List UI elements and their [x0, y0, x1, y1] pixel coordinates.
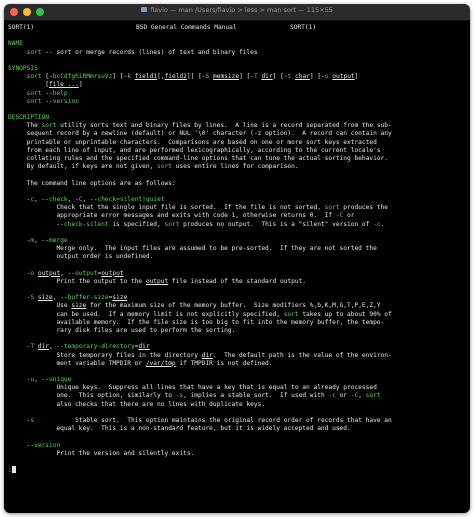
option-m-line: Merge only. The input files are assumed … — [56, 245, 377, 253]
option-m-line: output order is undefined. — [56, 253, 154, 261]
terminal-window: flavio — man /Users/flavio > less > man … — [4, 4, 470, 513]
option-T-head: -T dir, --temporary-directory=dir — [26, 343, 150, 351]
man-header: SORT(1) BSD General Commands Manual SORT(1… — [8, 24, 466, 32]
option-u-head: -u, --unique — [26, 376, 72, 384]
option-c-line: Check that the single input file is sort… — [56, 204, 388, 212]
option-S-line: available memory. If the file size is to… — [56, 318, 385, 326]
option-u-line: also checks that there are no lines with… — [56, 400, 266, 408]
description-line: sequent record by a newline (default) or… — [26, 130, 392, 138]
synopsis-line: sort [-bcCdfghiRMmrsuVz] [-k field1[,fie… — [26, 73, 359, 81]
option-c-line: appropriate error messages and exits wit… — [56, 212, 355, 220]
terminal-content[interactable]: SORT(1) BSD General Commands Manual SORT(1… — [8, 24, 466, 511]
title-bar: flavio — man /Users/flavio > less > man … — [4, 4, 470, 21]
section-name-heading: NAME — [8, 40, 23, 48]
description-line: The sort utility sorts text and binary f… — [26, 122, 392, 130]
option-S-line: Use size for the maximum size of the mem… — [56, 302, 381, 310]
header-center: BSD General Commands Manual — [136, 24, 237, 31]
synopsis-line: sort --help — [26, 89, 68, 97]
header-left: SORT(1) — [8, 24, 35, 31]
option-o-line: Print the output to the output file inst… — [56, 277, 307, 285]
section-synopsis-heading: SYNOPSIS — [8, 64, 38, 72]
synopsis-line: sort --version — [26, 97, 79, 105]
option-c-line: --check-silent is specified, sort produc… — [56, 220, 385, 228]
description-line: from each line of input, and are perform… — [26, 146, 381, 154]
folder-icon — [141, 7, 148, 12]
description-line: printable or unprintable characters. Com… — [26, 138, 377, 146]
option-o-head: -o output, --output=output — [26, 269, 124, 277]
option-S-head: -S size, --buffer-size=size — [26, 294, 128, 302]
less-prompt[interactable]: : — [8, 466, 466, 474]
option-c-head: -c, --check, -C, --check=silent|quiet — [26, 195, 165, 203]
option-S-line: rary disk files are used to perform the … — [56, 326, 236, 334]
description-line: By default, if keys are not given, sort … — [26, 163, 299, 171]
option-version-head: --version — [26, 441, 61, 449]
window-title-text: flavio — man /Users/flavio > less > man … — [150, 6, 333, 14]
option-S-line: can be used. If a memory limit is not ex… — [56, 310, 392, 318]
option-u-line: Unique keys. Suppress all lines that hav… — [56, 384, 377, 392]
text-cursor — [11, 466, 16, 474]
option-s-head: -s Stable sort. This option maintains th… — [26, 417, 392, 424]
description-line: The command line options are as follows: — [26, 179, 176, 187]
option-T-line: Store temporary files in the directory d… — [56, 351, 392, 359]
synopsis-line: [file ...] — [45, 81, 83, 89]
option-T-line: ment variable TMPDIR or /var/tmp if TMPD… — [56, 359, 273, 367]
description-line: collating rules and the specified comman… — [26, 155, 388, 162]
section-description-heading: DESCRIPTION — [8, 114, 49, 122]
option-version-line: Print the version and silently exits. — [56, 449, 195, 457]
window-title: flavio — man /Users/flavio > less > man … — [4, 6, 470, 14]
option-u-line: one. This option, similarly to -s, impli… — [56, 392, 381, 400]
name-line: sort -- sort or merge records (lines) of… — [26, 48, 258, 56]
option-s-line: equal key. This is a non-standard featur… — [56, 425, 351, 433]
option-m-head: -m, --merge — [26, 236, 68, 244]
header-right: SORT(1) — [290, 24, 317, 31]
